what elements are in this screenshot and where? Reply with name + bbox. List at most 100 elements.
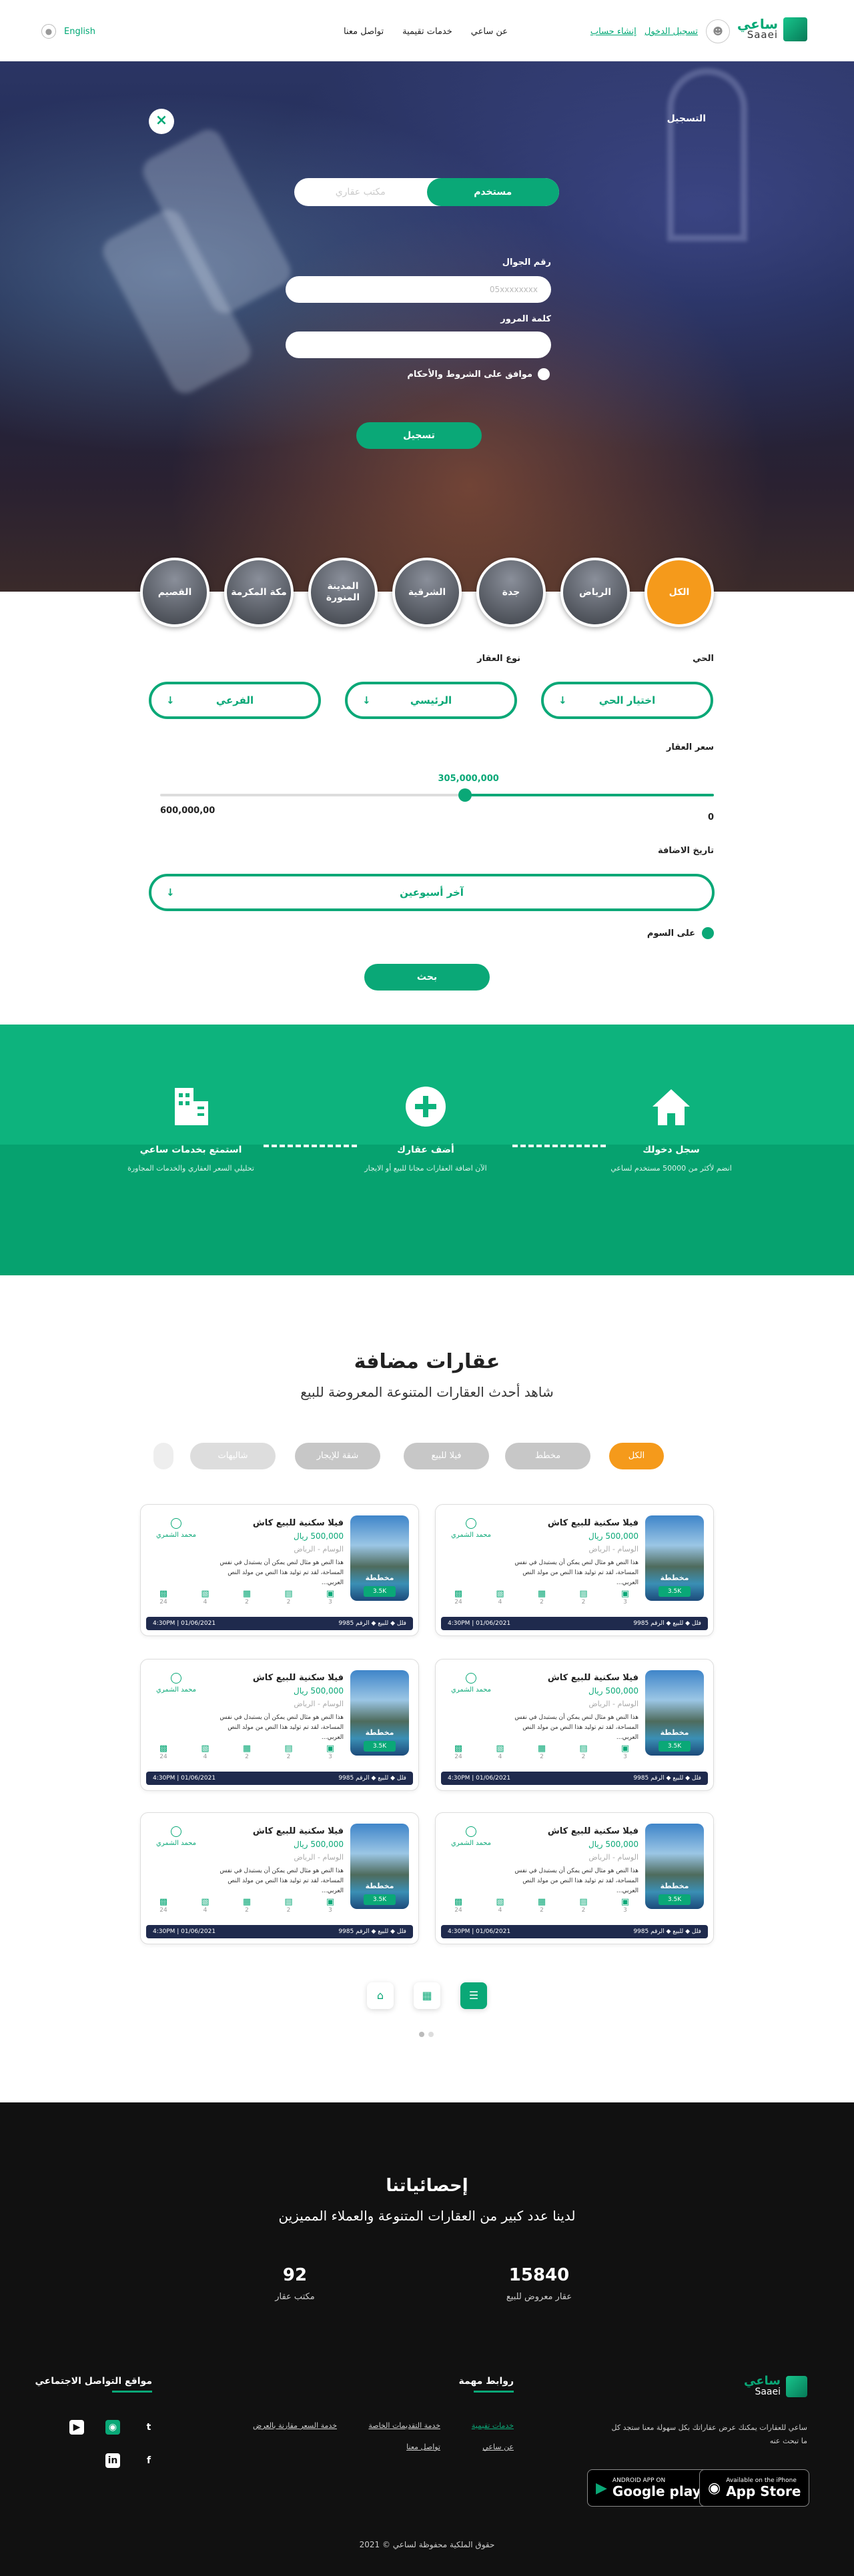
phone-input[interactable]: 05xxxxxxxx: [286, 276, 551, 303]
amenities: ▣ 3 ▤ 2 ▦ 2 ▧ 4 ▩ 24: [150, 1744, 344, 1760]
site-logo[interactable]: ساعي Saaei: [737, 17, 807, 41]
main-type-select[interactable]: الرئيسي ↓: [345, 682, 517, 719]
nav-services[interactable]: خدمات تقيمية: [402, 27, 452, 37]
nav-contact[interactable]: تواصل معنا: [344, 27, 384, 37]
owner[interactable]: محمد الشمري: [153, 1673, 199, 1694]
city-jeddah[interactable]: جدة: [476, 558, 546, 627]
user-icon[interactable]: ☻: [706, 19, 730, 43]
main-nav: عن ساعي خدمات تقيمية تواصل معنا: [344, 27, 508, 37]
filter-more[interactable]: [153, 1443, 173, 1469]
type-office-option[interactable]: مكتب عقاري: [294, 178, 427, 206]
login-link[interactable]: تسجيل الدخول: [645, 27, 698, 37]
city-all[interactable]: الكل: [645, 558, 714, 627]
footer-link[interactable]: خدمة السعر مقارنة بالعرض: [253, 2421, 337, 2430]
amenity-seat: ▧ 4: [192, 1589, 219, 1605]
property-name[interactable]: فيلا سكنية للبيع كاش: [253, 1826, 344, 1836]
avatar: [171, 1673, 181, 1684]
register-submit-button[interactable]: تسجيل: [356, 422, 482, 449]
owner[interactable]: محمد الشمري: [448, 1826, 494, 1847]
home-icon[interactable]: ⌂: [367, 1982, 394, 2009]
footer-link[interactable]: تواصل معنا: [406, 2443, 440, 2451]
map-radio[interactable]: [702, 927, 714, 939]
owner[interactable]: محمد الشمري: [153, 1826, 199, 1847]
password-input[interactable]: [286, 332, 551, 358]
links-title: روابط مهمة: [459, 2376, 514, 2393]
terms-checkbox[interactable]: [538, 368, 550, 380]
owner[interactable]: محمد الشمري: [448, 1518, 494, 1539]
property-image: مخططة 3.5K: [645, 1824, 704, 1909]
amenities: ▣ 3 ▤ 2 ▦ 2 ▧ 4 ▩ 24: [445, 1744, 638, 1760]
type-user-option[interactable]: مستخدم: [426, 178, 559, 206]
seat-icon: ▧: [201, 1589, 209, 1599]
amenity-bath: ▤ 2: [276, 1589, 302, 1605]
play-icon: ▶: [596, 2479, 607, 2497]
price-slider-handle[interactable]: [458, 788, 472, 802]
property-name[interactable]: فيلا سكنية للبيع كاش: [548, 1518, 638, 1528]
map-icon[interactable]: ▦: [414, 1982, 440, 2009]
property-name[interactable]: فيلا سكنية للبيع كاش: [548, 1673, 638, 1683]
service-item: استمتع بخدمات ساعي تحليلي السعر العقاري …: [104, 1083, 278, 1175]
close-button[interactable]: ×: [149, 109, 174, 134]
property-price: 500,000 ريال: [588, 1531, 638, 1541]
sub-type-select[interactable]: الفرعي ↓: [149, 682, 321, 719]
amenity-kitchen: ▦ 2: [234, 1589, 260, 1605]
property-price: 500,000 ريال: [294, 1686, 344, 1696]
google-play-button[interactable]: ▶ ANDROID APP ON Google play: [587, 2469, 710, 2507]
property-name[interactable]: فيلا سكنية للبيع كاش: [548, 1826, 638, 1836]
language-switch[interactable]: English ●: [41, 24, 95, 39]
filter-apartment-rent[interactable]: شقة للإيجار: [295, 1443, 380, 1469]
instagram-icon[interactable]: ◉: [105, 2420, 120, 2435]
property-card[interactable]: مخططة 3.5K فيلا سكنية للبيع كاش 500,000 …: [140, 1812, 419, 1944]
city-qassim[interactable]: القصيم: [140, 558, 209, 627]
filter-chalets[interactable]: شاليهات: [190, 1443, 276, 1469]
date-select[interactable]: آخر أسبوعين ↓: [149, 874, 715, 911]
language-label[interactable]: English: [64, 27, 95, 37]
property-card[interactable]: مخططة 3.5K فيلا سكنية للبيع كاش 500,000 …: [140, 1504, 419, 1636]
amenity-seat: ▧ 4: [192, 1897, 219, 1914]
property-card[interactable]: مخططة 3.5K فيلا سكنية للبيع كاش 500,000 …: [435, 1504, 714, 1636]
bath-icon: ▤: [579, 1897, 588, 1907]
footer-link[interactable]: خدمة التقديمات الخاصة: [368, 2421, 440, 2430]
footer-link[interactable]: عن ساعي: [482, 2443, 514, 2451]
date-label: تاريخ الاضافة: [658, 846, 714, 856]
footer-link[interactable]: خدمات تقيمية: [472, 2421, 514, 2430]
price-min: 0: [707, 812, 714, 822]
register-link[interactable]: إنشاء حساب: [590, 27, 636, 37]
page-dot[interactable]: [419, 2032, 424, 2037]
area-icon: ▩: [454, 1744, 463, 1754]
owner[interactable]: محمد الشمري: [153, 1518, 199, 1539]
search-button[interactable]: بحث: [364, 964, 490, 991]
property-name[interactable]: فيلا سكنية للبيع كاش: [253, 1518, 344, 1528]
property-size: 3.5K: [364, 1586, 396, 1597]
nav-about[interactable]: عن ساعي: [471, 27, 508, 37]
facebook-icon[interactable]: f: [141, 2453, 156, 2468]
filter-all[interactable]: الكل: [609, 1443, 664, 1469]
youtube-icon[interactable]: ▶: [69, 2420, 84, 2435]
filter-plan[interactable]: مخطط: [505, 1443, 590, 1469]
page-dot[interactable]: [428, 2032, 434, 2037]
footer-logo[interactable]: ساعي Saaei: [744, 2375, 807, 2397]
twitter-icon[interactable]: t: [141, 2420, 156, 2435]
price-slider-track[interactable]: [160, 794, 714, 796]
filter-villa-sale[interactable]: فيلا للبيع: [404, 1443, 489, 1469]
avatar: [466, 1826, 476, 1837]
property-badge: مخططة: [365, 1728, 394, 1737]
map-option: على السوم: [647, 927, 714, 939]
district-select[interactable]: اختيار الحي ↓: [541, 682, 713, 719]
owner[interactable]: محمد الشمري: [448, 1673, 494, 1694]
city-eastern[interactable]: الشرقية: [392, 558, 462, 627]
linkedin-icon[interactable]: in: [105, 2453, 120, 2468]
city-makkah[interactable]: مكة المكرمة: [224, 558, 294, 627]
amenity-area: ▩ 24: [445, 1744, 472, 1760]
city-madinah[interactable]: المدينة المنورة: [308, 558, 378, 627]
bed-icon: ▣: [620, 1744, 630, 1754]
city-riyadh[interactable]: الرياض: [560, 558, 630, 627]
list-icon[interactable]: ☰: [460, 1982, 487, 2009]
property-name[interactable]: فيلا سكنية للبيع كاش: [253, 1673, 344, 1683]
property-card[interactable]: مخططة 3.5K فيلا سكنية للبيع كاش 500,000 …: [435, 1659, 714, 1791]
property-card[interactable]: مخططة 3.5K فيلا سكنية للبيع كاش 500,000 …: [140, 1659, 419, 1791]
property-location: الوسام - الرياض: [588, 1545, 638, 1553]
app-store-button[interactable]: ◉ Available on the iPhone App Store: [699, 2469, 810, 2507]
property-card[interactable]: مخططة 3.5K فيلا سكنية للبيع كاش 500,000 …: [435, 1812, 714, 1944]
property-description: هذا النص هو مثال لنص يمكن أن يستبدل في ن…: [514, 1714, 638, 1741]
